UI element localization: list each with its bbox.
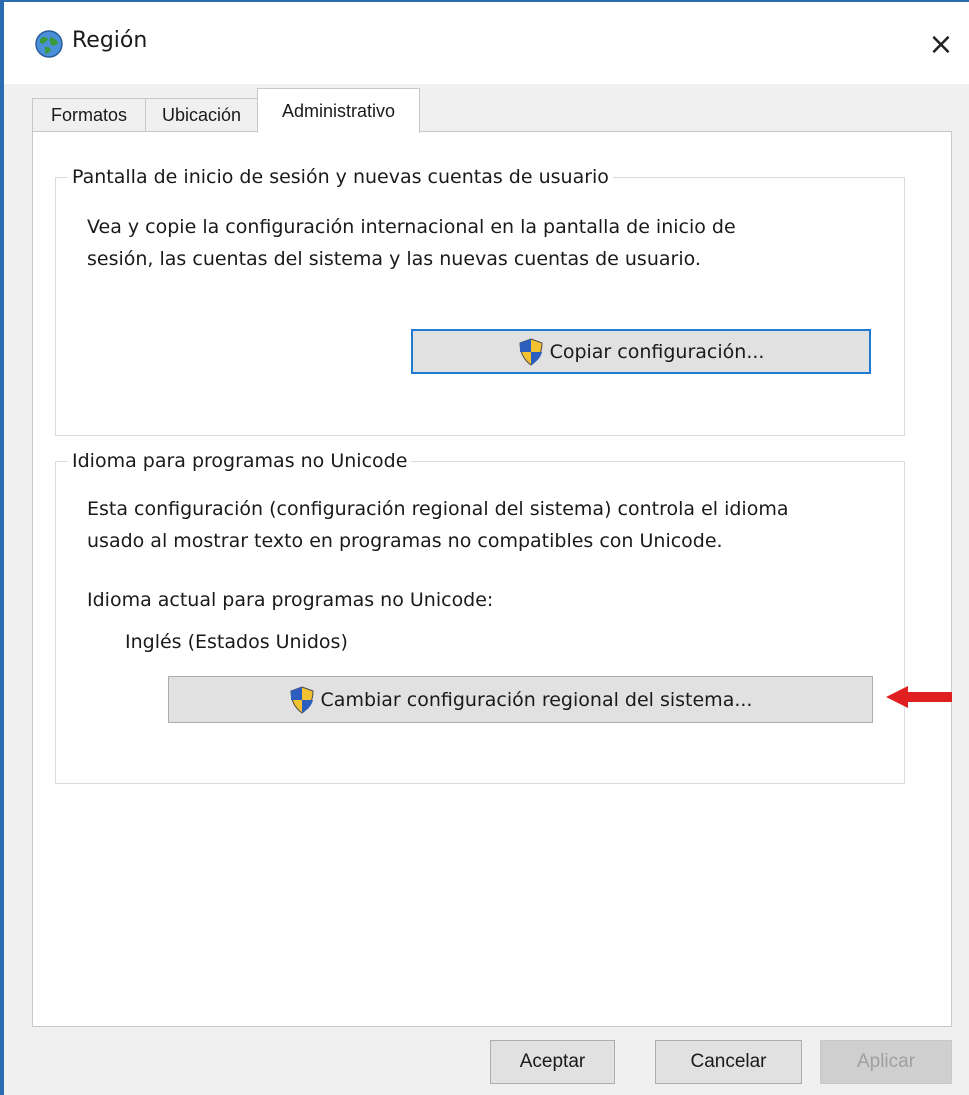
unicode-group-legend: Idioma para programas no Unicode: [72, 450, 408, 472]
unicode-description: Esta configuración (configuración region…: [87, 493, 788, 557]
cancel-button[interactable]: Cancelar: [655, 1040, 802, 1084]
tab-strip: Formatos Ubicación Administrativo: [32, 88, 932, 133]
ok-button[interactable]: Aceptar: [490, 1040, 615, 1084]
region-dialog: Región × Formatos Ubicación Administrati…: [0, 0, 969, 1095]
tab-ubicacion[interactable]: Ubicación: [145, 98, 258, 132]
close-icon: ×: [928, 26, 954, 62]
tab-panel-administrativo: Pantalla de inicio de sesión y nuevas cu…: [32, 131, 952, 1027]
title-bar: Región ×: [4, 2, 969, 84]
copy-settings-button[interactable]: Copiar configuración...: [411, 329, 871, 374]
login-description-line1: Vea y copie la configuración internacion…: [87, 216, 736, 238]
globe-icon: [35, 30, 63, 58]
tab-formatos[interactable]: Formatos: [32, 98, 146, 132]
window-title: Región: [72, 28, 148, 53]
change-system-locale-button[interactable]: Cambiar configuración regional del siste…: [168, 676, 873, 723]
close-button[interactable]: ×: [913, 20, 969, 68]
current-language-value: Inglés (Estados Unidos): [125, 631, 348, 653]
apply-button[interactable]: Aplicar: [820, 1040, 952, 1084]
uac-shield-icon: [290, 685, 314, 714]
copy-settings-label: Copiar configuración...: [549, 340, 765, 363]
change-system-locale-label: Cambiar configuración regional del siste…: [320, 688, 753, 711]
login-group-legend: Pantalla de inicio de sesión y nuevas cu…: [72, 166, 609, 188]
unicode-description-line2: usado al mostrar texto en programas no c…: [87, 530, 723, 552]
login-settings-group: Pantalla de inicio de sesión y nuevas cu…: [55, 166, 905, 436]
tab-administrativo[interactable]: Administrativo: [257, 88, 420, 133]
unicode-description-line1: Esta configuración (configuración region…: [87, 498, 789, 520]
uac-shield-icon: [519, 337, 543, 366]
login-description: Vea y copie la configuración internacion…: [87, 211, 736, 275]
current-language-label: Idioma actual para programas no Unicode:: [87, 589, 494, 611]
red-arrow-icon: [886, 686, 952, 708]
login-description-line2: sesión, las cuentas del sistema y las nu…: [87, 248, 701, 270]
